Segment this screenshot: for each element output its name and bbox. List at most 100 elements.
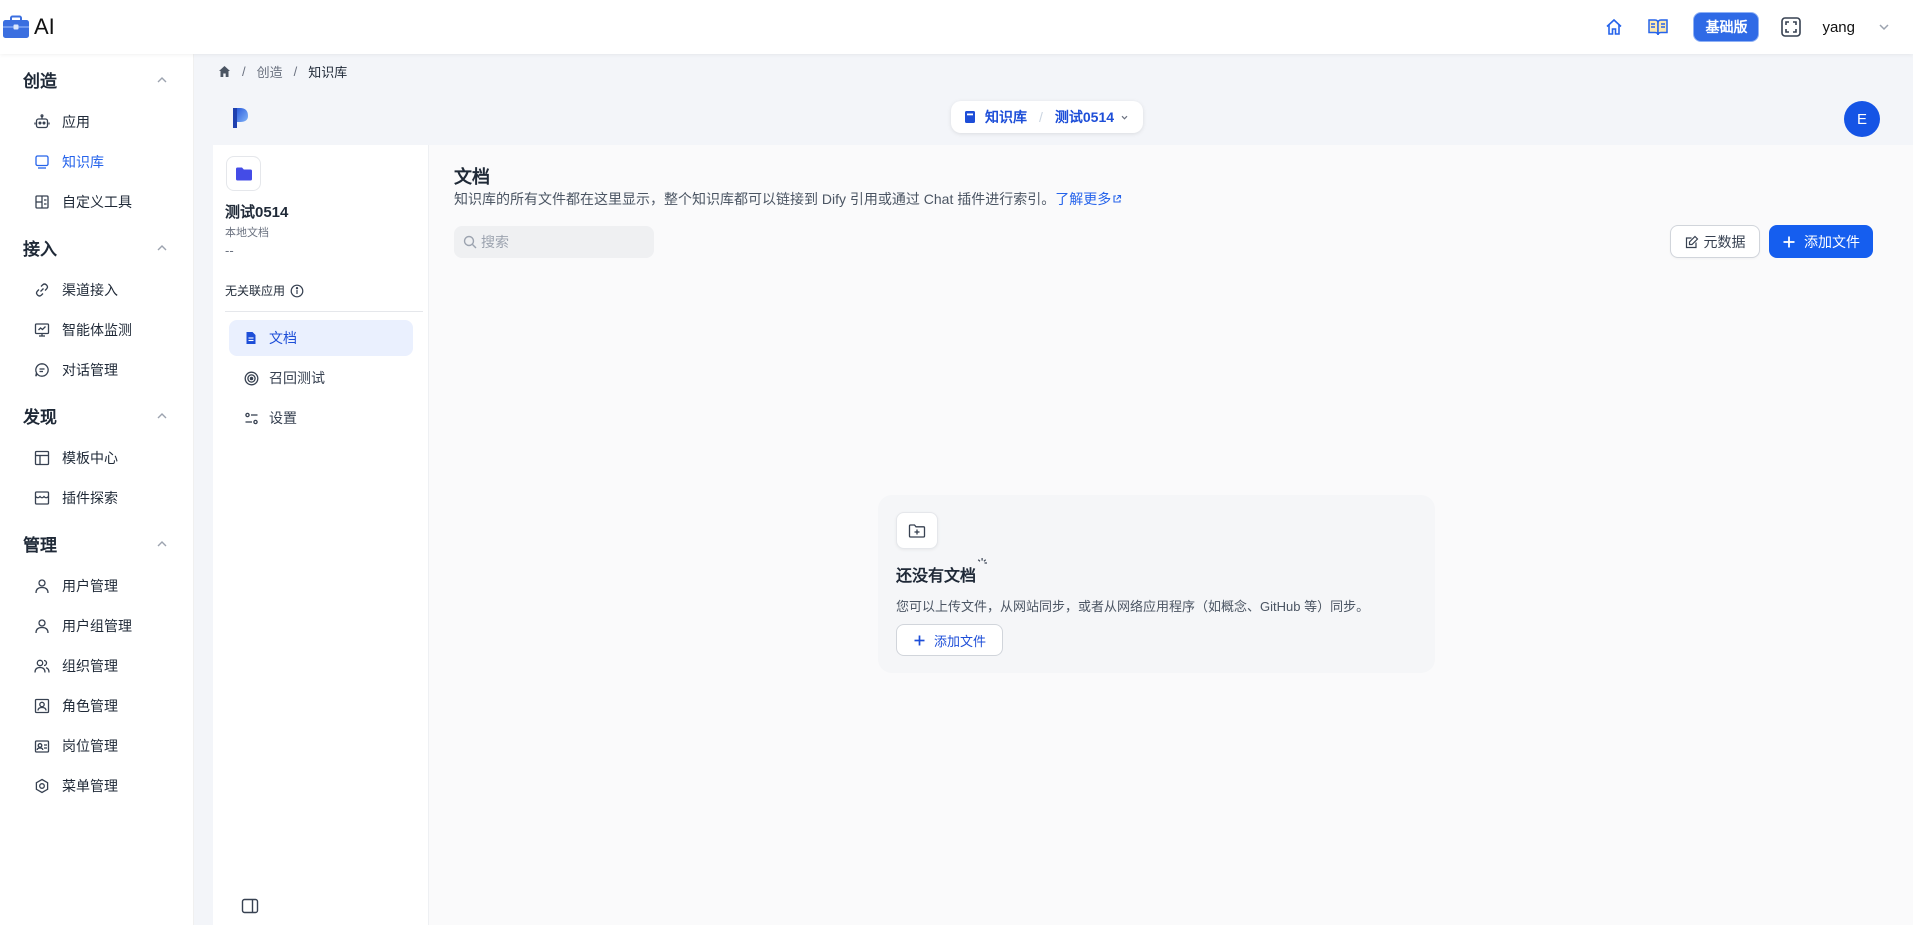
kb-nav-documents[interactable]: 文档 — [229, 320, 413, 356]
sidebar-item-label: 模板中心 — [62, 450, 118, 466]
badge-icon — [33, 738, 50, 755]
sidebar-item-roles[interactable]: 角色管理 — [33, 695, 118, 717]
chevron-up-icon[interactable] — [155, 409, 169, 423]
sidebar-item-positions[interactable]: 岗位管理 — [33, 735, 118, 757]
chevron-up-icon[interactable] — [155, 73, 169, 87]
empty-state-description: 您可以上传文件，从网站同步，或者从网络应用程序（如概念、GitHub 等）同步。 — [896, 599, 1370, 614]
sidebar-item-channels[interactable]: 渠道接入 — [33, 279, 118, 301]
sidebar-group-discover[interactable]: 发现 — [23, 403, 57, 428]
add-file-button[interactable]: 添加文件 — [1769, 225, 1873, 258]
dataset-switcher[interactable]: 知识库 / 测试0514 — [951, 101, 1143, 133]
learn-more-label: 了解更多 — [1055, 191, 1112, 207]
sidebar-item-label: 智能体监测 — [62, 322, 132, 338]
sidebar-item-label: 对话管理 — [62, 362, 118, 378]
documents-description: 知识库的所有文件都在这里显示，整个知识库都可以链接到 Dify 引用或通过 Ch… — [454, 189, 1122, 209]
sidebar-item-label: 知识库 — [62, 154, 104, 170]
account-avatar[interactable]: E — [1844, 101, 1880, 137]
breadcrumb-separator: / — [293, 63, 298, 79]
breadcrumb-item-create[interactable]: 创造 — [257, 62, 283, 81]
empty-add-file-label: 添加文件 — [933, 633, 986, 649]
layout-icon — [33, 450, 50, 467]
user-icon — [33, 618, 50, 635]
sidebar-item-label: 应用 — [62, 114, 90, 130]
chevron-up-icon[interactable] — [155, 537, 169, 551]
app-title: AI — [34, 14, 55, 39]
dify-logo-icon — [233, 108, 248, 128]
gear-icon — [33, 778, 50, 795]
search-input[interactable] — [481, 234, 641, 250]
search-box[interactable] — [454, 226, 654, 258]
top-bar: AI 基础版 yang — [0, 0, 1913, 54]
user-icon — [33, 578, 50, 595]
collapse-panel-icon[interactable] — [241, 897, 259, 915]
sidebar-item-conversations[interactable]: 对话管理 — [33, 359, 118, 381]
add-file-button-label: 添加文件 — [1804, 233, 1860, 250]
knowledge-panel: 知识库 / 测试0514 E 测试0514 本地文档 -- 无关联应用 文档 召… — [213, 90, 1913, 925]
sidebar-item-label: 组织管理 — [62, 658, 118, 674]
sidebar-item-menus[interactable]: 菜单管理 — [33, 775, 118, 797]
brand[interactable]: AI — [2, 14, 55, 40]
sidebar-item-label: 渠道接入 — [62, 282, 118, 298]
kb-nav-retrieval-test[interactable]: 召回测试 — [229, 360, 413, 396]
sidebar-group-manage[interactable]: 管理 — [23, 531, 57, 556]
plus-icon — [1783, 236, 1795, 247]
folder-icon — [226, 156, 261, 191]
robot-icon — [33, 114, 50, 131]
sidebar-item-plugins[interactable]: 插件探索 — [33, 487, 118, 509]
kb-no-app-label: 无关联应用 — [225, 284, 286, 298]
briefcase-logo-icon — [3, 15, 29, 38]
sidebar-group-access[interactable]: 接入 — [23, 235, 57, 260]
kb-nav-settings[interactable]: 设置 — [229, 400, 413, 436]
empty-state-card: 还没有文档 您可以上传文件，从网站同步，或者从网络应用程序（如概念、GitHub… — [878, 495, 1435, 673]
pill-separator: / — [1039, 109, 1043, 125]
sidebar-item-label: 菜单管理 — [62, 778, 118, 794]
kb-nav-label: 文档 — [269, 330, 297, 346]
info-icon[interactable] — [290, 284, 304, 298]
sidebar-item-users[interactable]: 用户管理 — [33, 575, 118, 597]
documents-description-text: 知识库的所有文件都在这里显示，整个知识库都可以链接到 Dify 引用或通过 Ch… — [454, 191, 1056, 207]
sidebar-item-agent-monitor[interactable]: 智能体监测 — [33, 319, 132, 341]
search-icon — [463, 235, 477, 249]
book-solid-icon — [965, 111, 975, 123]
metadata-button[interactable]: 元数据 — [1670, 225, 1760, 258]
settings-sliders-icon — [243, 410, 259, 426]
breadcrumb-separator: / — [242, 63, 246, 79]
sidebar-item-knowledge[interactable]: 知识库 — [33, 151, 104, 173]
sidebar-item-templates[interactable]: 模板中心 — [33, 447, 118, 469]
learn-more-link[interactable]: 了解更多 — [1055, 191, 1122, 207]
sidebar-item-label: 插件探索 — [62, 490, 118, 506]
home-small-icon[interactable] — [218, 65, 231, 78]
divider — [225, 311, 423, 312]
dataset-section-label[interactable]: 知识库 — [985, 107, 1027, 127]
folder-plus-icon — [896, 512, 938, 549]
home-icon[interactable] — [1602, 15, 1626, 39]
sidebar-group-create[interactable]: 创造 — [23, 67, 57, 92]
tool-grid-icon — [33, 194, 50, 211]
plan-badge[interactable]: 基础版 — [1693, 12, 1760, 42]
sidebar-item-apps[interactable]: 应用 — [33, 111, 90, 133]
empty-state-title: 还没有文档 — [896, 558, 988, 586]
sidebar-item-user-groups[interactable]: 用户组管理 — [33, 615, 132, 637]
user-name[interactable]: yang — [1822, 19, 1855, 36]
chevron-up-icon[interactable] — [155, 241, 169, 255]
kb-sidebar: 测试0514 本地文档 -- 无关联应用 文档 召回测试 设置 — [213, 145, 429, 925]
chevron-down-icon[interactable] — [1877, 20, 1891, 34]
empty-add-file-button[interactable]: 添加文件 — [896, 624, 1003, 656]
sidebar: 创造 应用 知识库 自定义工具 接入 渠道接入 智能体监测 对话管理 发现 模板… — [0, 54, 194, 925]
store-icon — [33, 490, 50, 507]
dataset-name[interactable]: 测试0514 — [1055, 107, 1114, 127]
kb-nav-label: 设置 — [269, 410, 297, 426]
metadata-button-label: 元数据 — [1703, 233, 1746, 250]
monitor-icon — [33, 322, 50, 339]
book-open-icon[interactable] — [1646, 15, 1670, 39]
document-icon — [243, 330, 259, 346]
breadcrumb: / 创造 / 知识库 — [218, 62, 347, 80]
sparkle-icon — [977, 558, 988, 564]
sidebar-item-organizations[interactable]: 组织管理 — [33, 655, 118, 677]
kb-related-apps: 无关联应用 — [225, 282, 304, 299]
sidebar-item-custom-tools[interactable]: 自定义工具 — [33, 191, 132, 213]
id-card-icon — [33, 698, 50, 715]
chevron-down-icon[interactable] — [1120, 113, 1129, 122]
empty-state-title-text: 还没有文档 — [896, 568, 977, 585]
fullscreen-icon[interactable] — [1779, 15, 1803, 39]
